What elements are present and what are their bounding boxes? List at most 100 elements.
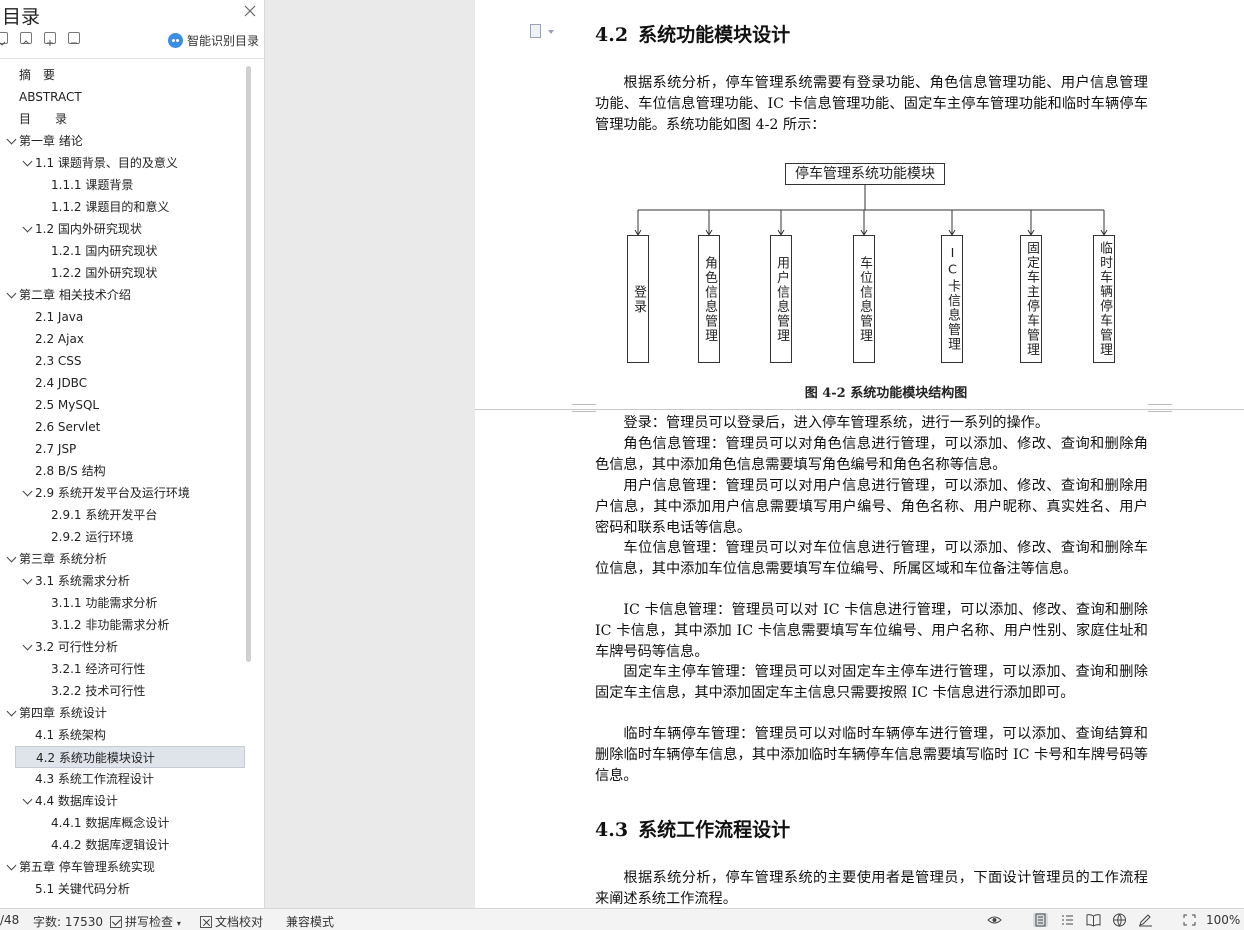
toc-item[interactable]: 2.7 JSP [15, 438, 245, 460]
toc-item-label: 3.1 系统需求分析 [35, 574, 130, 588]
chevron-down-icon[interactable] [6, 860, 17, 871]
diagram-leaf-node: IC卡信息管理 [941, 235, 963, 363]
toc-item[interactable]: 2.4 JDBC [15, 372, 245, 394]
body-paragraph: 角色信息管理：管理员可以对角色信息进行管理，可以添加、修改、查询和删除角色信息，… [595, 436, 1148, 473]
smart-toc-button[interactable]: 智能识别目录 [168, 31, 259, 49]
chevron-down-icon[interactable] [6, 552, 17, 563]
toc-item[interactable]: 5.1 关键代码分析 [15, 878, 245, 900]
toc-item[interactable]: 3.2 可行性分析 [15, 636, 245, 658]
toc-item[interactable]: 第一章 绪论 [6, 130, 245, 152]
toc-item[interactable]: 1.2.2 国外研究现状 [15, 262, 245, 284]
toc-item[interactable]: 3.1.2 非功能需求分析 [15, 614, 245, 636]
document-icon[interactable] [530, 24, 541, 38]
close-icon[interactable] [243, 4, 257, 18]
toc-item-label: 1.2.1 国内研究现状 [51, 244, 158, 258]
toc-item-label: 4.4.2 数据库逻辑设计 [51, 838, 170, 852]
diagram-leaf-label: 固定车主停车管理 [1024, 241, 1039, 357]
chevron-down-icon[interactable] [548, 30, 554, 34]
toc-item[interactable]: 目 录 [15, 108, 245, 130]
spell-check-button[interactable]: 拼写检查 ▾ [110, 913, 181, 930]
diagram-leaf-label: 角色信息管理 [702, 255, 717, 343]
word-count[interactable]: 字数: 17530 [33, 913, 103, 930]
toc-item[interactable]: 2.6 Servlet [15, 416, 245, 438]
toc-item[interactable]: 摘 要 [15, 64, 245, 86]
zoom-level[interactable]: 100% [1206, 913, 1240, 927]
toc-item-label: 4.2 系统功能模块设计 [36, 751, 155, 765]
toc-item[interactable]: 2.9 系统开发平台及运行环境 [15, 482, 245, 504]
eye-icon[interactable] [987, 913, 1002, 927]
toc-item[interactable]: 2.5 MySQL [15, 394, 245, 416]
section-heading-4-2: 4.2 系统功能模块设计 [595, 20, 790, 47]
diagram-leaf-label: IC卡信息管理 [945, 246, 960, 352]
toc-item[interactable]: 2.1 Java [15, 306, 245, 328]
toc-item[interactable]: 1.2 国内外研究现状 [15, 218, 245, 240]
remove-heading-icon[interactable] [68, 32, 80, 44]
toc-item[interactable]: 1.1 课题背景、目的及意义 [15, 152, 245, 174]
toc-item-label: 1.1 课题背景、目的及意义 [35, 156, 178, 170]
toc-item-label: 3.2.1 经济可行性 [51, 662, 146, 676]
toc-item[interactable]: ABSTRACT [15, 86, 245, 108]
sidebar-scrollbar[interactable] [246, 66, 251, 662]
robot-icon [168, 32, 183, 48]
chevron-down-icon[interactable] [22, 640, 33, 651]
chevron-down-icon[interactable] [22, 222, 33, 233]
toc-item[interactable]: 3.1.1 功能需求分析 [15, 592, 245, 614]
toc-item-label: 2.1 Java [35, 310, 84, 324]
function-module-diagram: 停车管理系统功能模块 登录 角色信息管理 用户信息管理 车位信息管理 IC卡信息管理 固定… [625, 160, 1125, 370]
add-heading-icon[interactable] [44, 32, 56, 46]
toc-item-label: 2.3 CSS [35, 354, 82, 368]
proofread-button[interactable]: 文档校对 [200, 913, 263, 930]
toc-item[interactable]: 4.2 系统功能模块设计 [15, 746, 245, 768]
toc-item[interactable]: 3.1 系统需求分析 [15, 570, 245, 592]
chevron-down-icon[interactable] [22, 156, 33, 167]
chevron-down-icon[interactable] [6, 706, 17, 717]
chevron-down-icon[interactable] [22, 574, 33, 585]
toc-item[interactable]: 4.1 系统架构 [15, 724, 245, 746]
toc-item-label: 第三章 系统分析 [19, 552, 107, 566]
toc-item[interactable]: 2.8 B/S 结构 [15, 460, 245, 482]
page-indicator[interactable]: /48 [0, 913, 19, 927]
toc-item-label: 第四章 系统设计 [19, 706, 107, 720]
toc-item[interactable]: 1.1.2 课题目的和意义 [15, 196, 245, 218]
outro-paragraph: 根据系统分析，停车管理系统的主要使用者是管理员，下面设计管理员的工作流程来阐述系… [595, 870, 1148, 907]
chevron-down-icon[interactable]: ▾ [177, 919, 181, 928]
chevron-down-icon[interactable] [22, 486, 33, 497]
document-page[interactable]: 4.2 系统功能模块设计 根据系统分析，停车管理系统需要有登录功能、角色信息管理功… [475, 0, 1244, 908]
compat-mode-label: 兼容模式 [286, 915, 335, 929]
toc-item[interactable]: 第四章 系统设计 [6, 702, 245, 724]
toc-item[interactable]: 2.3 CSS [15, 350, 245, 372]
toc-item[interactable]: 2.2 Ajax [15, 328, 245, 350]
section-number: 4.3 [595, 819, 629, 841]
expand-up-icon[interactable] [20, 32, 32, 45]
toc-item-label: 2.7 JSP [35, 442, 77, 456]
fit-page-icon[interactable] [1182, 913, 1197, 927]
toc-item-label: 4.4 数据库设计 [35, 794, 118, 808]
toc-item[interactable]: 4.4.2 数据库逻辑设计 [15, 834, 245, 856]
toc-item[interactable]: 4.4 数据库设计 [15, 790, 245, 812]
toc-item[interactable]: 3.2.1 经济可行性 [15, 658, 245, 680]
toc-item[interactable]: 第三章 系统分析 [6, 548, 245, 570]
toc-item[interactable]: 1.2.1 国内研究现状 [15, 240, 245, 262]
toc-item[interactable]: 第二章 相关技术介绍 [6, 284, 245, 306]
collapse-all-icon[interactable] [0, 32, 8, 46]
toc-item[interactable]: 4.4.1 数据库概念设计 [15, 812, 245, 834]
pen-icon[interactable] [1138, 913, 1153, 927]
page-view-icon[interactable] [1033, 913, 1048, 927]
outline-view-icon[interactable] [1060, 913, 1075, 927]
toc-item[interactable]: 4.3 系统工作流程设计 [15, 768, 245, 790]
reading-mode-icon[interactable] [1086, 913, 1101, 927]
toc-item[interactable]: 第五章 停车管理系统实现 [6, 856, 245, 878]
toc-item[interactable]: 3.2.2 技术可行性 [15, 680, 245, 702]
chevron-down-icon[interactable] [22, 794, 33, 805]
web-layout-icon[interactable] [1112, 913, 1127, 927]
body-paragraph: 登录：管理员可以登录后，进入停车管理系统，进行一系列的操作。 [623, 415, 1050, 431]
chevron-down-icon[interactable] [6, 288, 17, 299]
toc-item-label: 2.2 Ajax [35, 332, 84, 346]
toc-item[interactable]: 2.9.1 系统开发平台 [15, 504, 245, 526]
chevron-down-icon[interactable] [6, 134, 17, 145]
toc-item[interactable]: 2.9.2 运行环境 [15, 526, 245, 548]
diagram-leaf-label: 用户信息管理 [774, 255, 789, 343]
toc-toolbar [0, 32, 90, 48]
proofread-icon [200, 916, 212, 928]
toc-item[interactable]: 1.1.1 课题背景 [15, 174, 245, 196]
